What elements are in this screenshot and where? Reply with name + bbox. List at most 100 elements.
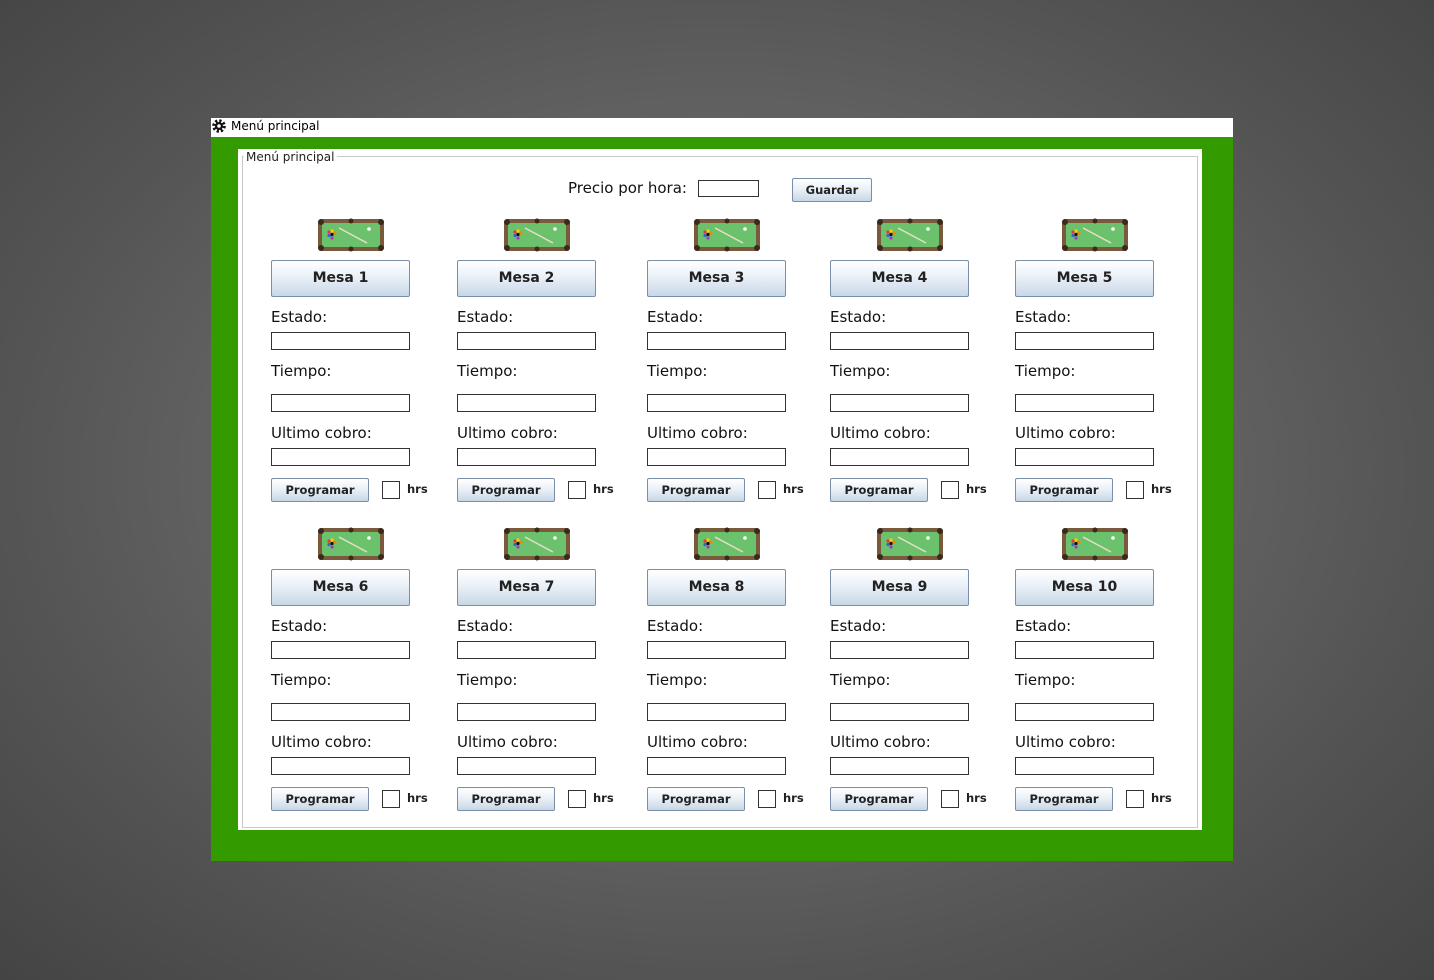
- title-bar[interactable]: Menú principal: [211, 118, 1233, 137]
- mesa-7-estado-field[interactable]: [457, 641, 596, 659]
- mesa-1-programar-button[interactable]: Programar: [271, 478, 369, 502]
- tiempo-label: Tiempo:: [457, 671, 518, 689]
- mesa-7-button[interactable]: Mesa 7: [457, 569, 596, 606]
- mesa-2-hours-checkbox[interactable]: [568, 481, 586, 499]
- price-input[interactable]: [698, 180, 759, 197]
- mesa-5-estado-field[interactable]: [1015, 332, 1154, 350]
- mesa-1-estado-field[interactable]: [271, 332, 410, 350]
- mesa-2-programar-button[interactable]: Programar: [457, 478, 555, 502]
- hrs-label: hrs: [966, 482, 987, 496]
- group-title: Menú principal: [244, 150, 337, 164]
- tiempo-label: Tiempo:: [647, 671, 708, 689]
- mesa-1-button[interactable]: Mesa 1: [271, 260, 410, 297]
- mesa-3-programar-button[interactable]: Programar: [647, 478, 745, 502]
- mesa-10-tiempo-field[interactable]: [1015, 703, 1154, 721]
- mesa-9-programar-button[interactable]: Programar: [830, 787, 928, 811]
- mesa-8-tiempo-field[interactable]: [647, 703, 786, 721]
- price-label: Precio por hora:: [568, 179, 687, 197]
- mesa-1-tiempo-field[interactable]: [271, 394, 410, 412]
- mesa-9-ultimo-cobro-field[interactable]: [830, 757, 969, 775]
- mesa-8-estado-field[interactable]: [647, 641, 786, 659]
- mesa-10-ultimo-cobro-field[interactable]: [1015, 757, 1154, 775]
- mesa-9-estado-field[interactable]: [830, 641, 969, 659]
- mesa-10-button[interactable]: Mesa 10: [1015, 569, 1154, 606]
- mesa-9-hours-checkbox[interactable]: [941, 790, 959, 808]
- pool-table-icon: [694, 218, 760, 252]
- ultimo-cobro-label: Ultimo cobro:: [457, 733, 558, 751]
- hrs-label: hrs: [407, 482, 428, 496]
- mesa-7-ultimo-cobro-field[interactable]: [457, 757, 596, 775]
- tiempo-label: Tiempo:: [830, 671, 891, 689]
- mesa-3-hours-checkbox[interactable]: [758, 481, 776, 499]
- mesa-4-button[interactable]: Mesa 4: [830, 260, 969, 297]
- tiempo-label: Tiempo:: [271, 362, 332, 380]
- mesa-5-tiempo-field[interactable]: [1015, 394, 1154, 412]
- mesa-8-button[interactable]: Mesa 8: [647, 569, 786, 606]
- mesa-6-programar-button[interactable]: Programar: [271, 787, 369, 811]
- ultimo-cobro-label: Ultimo cobro:: [830, 733, 931, 751]
- mesa-1-hours-checkbox[interactable]: [382, 481, 400, 499]
- mesa-4-ultimo-cobro-field[interactable]: [830, 448, 969, 466]
- mesa-7-tiempo-field[interactable]: [457, 703, 596, 721]
- mesa-3-ultimo-cobro-field[interactable]: [647, 448, 786, 466]
- estado-label: Estado:: [647, 617, 704, 635]
- estado-label: Estado:: [271, 617, 328, 635]
- mesa-10-hours-checkbox[interactable]: [1126, 790, 1144, 808]
- hrs-label: hrs: [1151, 482, 1172, 496]
- ultimo-cobro-label: Ultimo cobro:: [271, 733, 372, 751]
- main-panel: Menú principal Precio por hora: Guardar …: [238, 149, 1202, 830]
- main-window: Menú principal Menú principal Precio por…: [211, 118, 1233, 861]
- mesa-5-ultimo-cobro-field[interactable]: [1015, 448, 1154, 466]
- mesa-10-programar-button[interactable]: Programar: [1015, 787, 1113, 811]
- pool-table-icon: [1062, 527, 1128, 561]
- estado-label: Estado:: [457, 308, 514, 326]
- hrs-label: hrs: [966, 791, 987, 805]
- mesa-5-hours-checkbox[interactable]: [1126, 481, 1144, 499]
- pool-table-icon: [1062, 218, 1128, 252]
- mesa-4-hours-checkbox[interactable]: [941, 481, 959, 499]
- estado-label: Estado:: [647, 308, 704, 326]
- ultimo-cobro-label: Ultimo cobro:: [271, 424, 372, 442]
- save-button[interactable]: Guardar: [792, 178, 872, 202]
- mesa-9-button[interactable]: Mesa 9: [830, 569, 969, 606]
- mesa-4-tiempo-field[interactable]: [830, 394, 969, 412]
- mesa-8-ultimo-cobro-field[interactable]: [647, 757, 786, 775]
- hrs-label: hrs: [1151, 791, 1172, 805]
- mesa-2-estado-field[interactable]: [457, 332, 596, 350]
- mesa-10-estado-field[interactable]: [1015, 641, 1154, 659]
- mesa-2-tiempo-field[interactable]: [457, 394, 596, 412]
- mesa-6-ultimo-cobro-field[interactable]: [271, 757, 410, 775]
- ultimo-cobro-label: Ultimo cobro:: [647, 733, 748, 751]
- mesa-3-tiempo-field[interactable]: [647, 394, 786, 412]
- mesa-6-button[interactable]: Mesa 6: [271, 569, 410, 606]
- ultimo-cobro-label: Ultimo cobro:: [647, 424, 748, 442]
- mesa-4-estado-field[interactable]: [830, 332, 969, 350]
- estado-label: Estado:: [271, 308, 328, 326]
- mesa-3-button[interactable]: Mesa 3: [647, 260, 786, 297]
- mesa-2-button[interactable]: Mesa 2: [457, 260, 596, 297]
- mesa-7-hours-checkbox[interactable]: [568, 790, 586, 808]
- mesa-1-ultimo-cobro-field[interactable]: [271, 448, 410, 466]
- mesa-2-ultimo-cobro-field[interactable]: [457, 448, 596, 466]
- ultimo-cobro-label: Ultimo cobro:: [830, 424, 931, 442]
- estado-label: Estado:: [457, 617, 514, 635]
- mesa-9-tiempo-field[interactable]: [830, 703, 969, 721]
- mesa-6-hours-checkbox[interactable]: [382, 790, 400, 808]
- mesa-5-programar-button[interactable]: Programar: [1015, 478, 1113, 502]
- window-title: Menú principal: [231, 119, 320, 133]
- mesa-8-hours-checkbox[interactable]: [758, 790, 776, 808]
- tiempo-label: Tiempo:: [1015, 671, 1076, 689]
- estado-label: Estado:: [830, 308, 887, 326]
- mesa-8-programar-button[interactable]: Programar: [647, 787, 745, 811]
- estado-label: Estado:: [830, 617, 887, 635]
- mesa-6-estado-field[interactable]: [271, 641, 410, 659]
- mesa-3-estado-field[interactable]: [647, 332, 786, 350]
- ultimo-cobro-label: Ultimo cobro:: [1015, 733, 1116, 751]
- mesa-4-programar-button[interactable]: Programar: [830, 478, 928, 502]
- tiempo-label: Tiempo:: [271, 671, 332, 689]
- mesa-5-button[interactable]: Mesa 5: [1015, 260, 1154, 297]
- ultimo-cobro-label: Ultimo cobro:: [457, 424, 558, 442]
- tiempo-label: Tiempo:: [647, 362, 708, 380]
- mesa-7-programar-button[interactable]: Programar: [457, 787, 555, 811]
- mesa-6-tiempo-field[interactable]: [271, 703, 410, 721]
